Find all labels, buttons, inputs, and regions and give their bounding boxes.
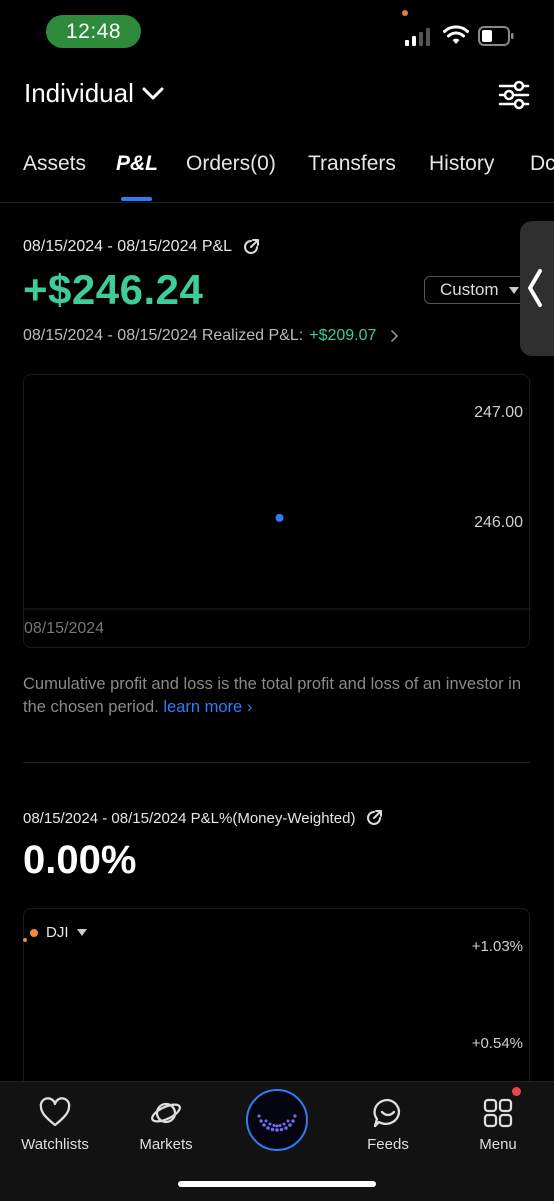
y-tick-label: 246.00 — [474, 514, 523, 531]
moomoo-center-button[interactable] — [246, 1089, 308, 1151]
caret-down-icon — [508, 286, 519, 294]
wifi-icon — [443, 25, 469, 44]
benchmark-line-start — [23, 938, 27, 942]
pnl-pct-value: 0.00% — [23, 838, 137, 882]
battery-icon — [478, 26, 514, 46]
realized-pnl-label: 08/15/2024 - 08/15/2024 Realized P&L: — [23, 327, 304, 344]
pnl-chart: 247.00 246.00 08/15/2024 — [23, 374, 531, 648]
nav-label: Watchlists — [21, 1136, 89, 1153]
tab-assets[interactable]: Assets — [23, 152, 86, 176]
nav-markets[interactable]: Markets — [116, 1096, 216, 1153]
tab-pnl[interactable]: P&L — [116, 152, 158, 176]
account-selector[interactable]: Individual — [24, 78, 164, 109]
nav-watchlists[interactable]: Watchlists — [5, 1096, 105, 1153]
nav-label: Markets — [139, 1136, 193, 1153]
realized-pnl-row[interactable]: 08/15/2024 - 08/15/2024 Realized P&L: +$… — [23, 327, 402, 345]
filter-settings-icon[interactable] — [494, 78, 534, 112]
caret-down-icon — [76, 929, 87, 936]
chat-smile-icon — [373, 1098, 401, 1128]
notification-dot — [512, 1087, 521, 1096]
y-tick-label: 247.00 — [474, 404, 523, 421]
learn-more-link[interactable]: learn more › — [163, 698, 252, 716]
tab-documents[interactable]: Dc — [530, 152, 554, 176]
x-tick-label: 08/15/2024 — [24, 620, 105, 637]
side-drawer-handle[interactable] — [520, 221, 554, 356]
chevron-down-icon — [142, 87, 164, 99]
data-point — [275, 513, 284, 522]
realized-pnl-value: +$209.07 — [309, 327, 377, 344]
nav-label: Feeds — [367, 1136, 409, 1153]
pnl-range-label: 08/15/2024 - 08/15/2024 P&L — [23, 238, 233, 255]
pnl-chart-plot — [24, 513, 531, 610]
nav-menu[interactable]: Menu — [448, 1096, 548, 1153]
pnl-pct-range-title: 08/15/2024 - 08/15/2024 P&L%(Money-Weigh… — [23, 809, 383, 827]
grid-icon — [483, 1098, 513, 1128]
nav-label: Menu — [479, 1136, 517, 1153]
heart-icon — [39, 1097, 71, 1127]
tab-bar: Assets P&L Orders(0) Transfers History D… — [0, 146, 554, 203]
benchmark-label: DJI — [46, 924, 69, 941]
tab-orders[interactable]: Orders(0) — [186, 152, 276, 176]
pnl-value: +$246.24 — [23, 266, 204, 313]
nav-feeds[interactable]: Feeds — [338, 1096, 438, 1153]
moomoo-center-icon — [257, 1114, 297, 1132]
cellular-signal-icon — [405, 28, 433, 46]
planet-icon — [151, 1102, 181, 1124]
y-tick-label: +0.54% — [471, 1035, 523, 1052]
share-icon[interactable] — [242, 238, 260, 256]
chevron-left-icon — [528, 269, 542, 307]
benchmark-legend-dot — [30, 928, 38, 937]
chevron-right-icon — [391, 330, 399, 342]
share-icon[interactable] — [365, 809, 383, 827]
pnl-description: Cumulative profit and loss is the total … — [23, 673, 523, 719]
account-label: Individual — [24, 78, 134, 108]
y-tick-label: +1.03% — [471, 938, 523, 955]
status-time: 12:48 — [46, 15, 141, 48]
description-text: Cumulative profit and loss is the total … — [23, 675, 522, 716]
tab-transfers[interactable]: Transfers — [308, 152, 396, 176]
period-selector-label: Custom — [440, 280, 499, 299]
pnl-pct-range-label: 08/15/2024 - 08/15/2024 P&L%(Money-Weigh… — [23, 809, 356, 827]
active-tab-indicator — [121, 197, 152, 201]
benchmark-selector[interactable]: DJI — [30, 924, 87, 941]
pnl-pct-chart: +1.03% +0.54% — [23, 908, 530, 1108]
home-indicator — [178, 1181, 376, 1187]
privacy-indicator-dot — [402, 10, 408, 16]
section-divider — [23, 762, 530, 763]
tab-history[interactable]: History — [429, 152, 494, 176]
pnl-range-title: 08/15/2024 - 08/15/2024 P&L — [23, 238, 260, 256]
